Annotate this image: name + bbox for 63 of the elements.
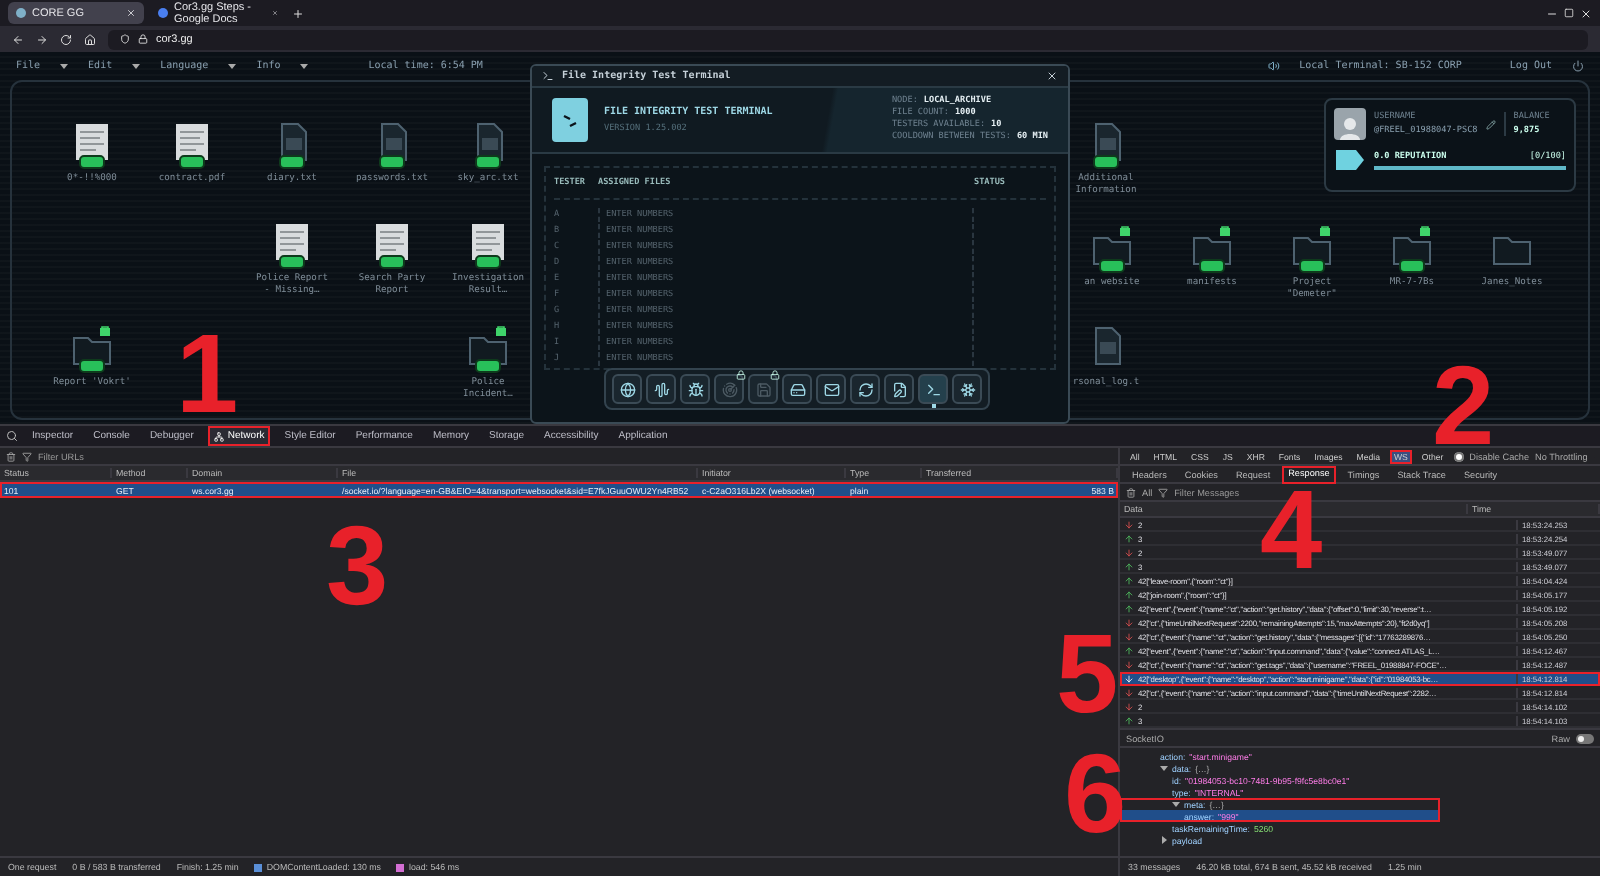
folder-icon[interactable] bbox=[1190, 226, 1234, 274]
home-icon[interactable] bbox=[84, 33, 96, 45]
folder-icon[interactable] bbox=[1090, 226, 1134, 274]
close-icon[interactable] bbox=[1046, 70, 1058, 83]
filter-icon bbox=[22, 451, 32, 461]
folder-icon[interactable] bbox=[70, 326, 114, 374]
folder-icon[interactable] bbox=[466, 326, 510, 374]
annotation-number: 5 bbox=[1056, 632, 1119, 716]
clear-icon[interactable] bbox=[1126, 487, 1136, 497]
dock-app-button[interactable] bbox=[680, 374, 710, 404]
dock-app-button[interactable] bbox=[952, 374, 982, 404]
checkbox[interactable] bbox=[1453, 451, 1464, 461]
dock-app-button[interactable] bbox=[646, 374, 676, 404]
reload-icon[interactable] bbox=[60, 33, 72, 45]
caret-icon bbox=[132, 62, 141, 70]
folder-icon[interactable] bbox=[1290, 226, 1334, 274]
document-icon[interactable] bbox=[466, 222, 510, 270]
filter-icon bbox=[1158, 487, 1169, 497]
speaker-icon[interactable] bbox=[1267, 60, 1280, 72]
element-picker-icon[interactable] bbox=[6, 430, 18, 442]
app-icon bbox=[959, 381, 975, 397]
dock-app-button[interactable] bbox=[816, 374, 846, 404]
close-icon[interactable] bbox=[1580, 7, 1592, 19]
raw-toggle[interactable] bbox=[1576, 733, 1594, 743]
app-icon bbox=[619, 381, 635, 397]
caret-icon bbox=[60, 62, 69, 70]
avatar-icon bbox=[1334, 108, 1366, 140]
annotation-number: 1 bbox=[176, 332, 239, 416]
document-icon[interactable] bbox=[170, 122, 214, 170]
dock-app-button[interactable] bbox=[782, 374, 812, 404]
dock-app-button[interactable] bbox=[884, 374, 914, 404]
app-icon bbox=[653, 381, 669, 397]
app-icon bbox=[891, 381, 907, 397]
network-icon bbox=[213, 431, 224, 441]
folder-icon[interactable] bbox=[1390, 226, 1434, 274]
maximize-icon[interactable] bbox=[1564, 8, 1574, 18]
forward-icon[interactable] bbox=[36, 33, 48, 45]
power-icon[interactable] bbox=[1572, 60, 1584, 72]
app-icon bbox=[755, 381, 771, 397]
app-icon bbox=[925, 381, 941, 397]
annotation-number: 2 bbox=[1432, 364, 1495, 448]
caret-icon bbox=[300, 62, 309, 70]
new-tab-icon[interactable] bbox=[292, 7, 304, 19]
document-icon[interactable] bbox=[370, 222, 414, 270]
dock-app-button[interactable] bbox=[612, 374, 642, 404]
document-icon[interactable] bbox=[70, 122, 114, 170]
clear-icon[interactable] bbox=[6, 451, 16, 461]
dock-app-button[interactable] bbox=[918, 374, 948, 404]
reputation-icon bbox=[1334, 148, 1366, 172]
app-icon bbox=[687, 381, 703, 397]
window-icon bbox=[542, 70, 554, 83]
app-icon bbox=[789, 381, 805, 397]
app-icon bbox=[857, 381, 873, 397]
annotation-number: 3 bbox=[326, 524, 389, 608]
app-icon bbox=[823, 381, 839, 397]
file-code-icon bbox=[552, 97, 588, 142]
caret-icon bbox=[228, 62, 237, 70]
app-icon bbox=[721, 381, 737, 397]
edit-icon[interactable] bbox=[1485, 119, 1496, 129]
dock-app-button[interactable] bbox=[850, 374, 880, 404]
document-icon[interactable] bbox=[270, 222, 314, 270]
back-icon[interactable] bbox=[12, 33, 24, 45]
minimize-icon[interactable] bbox=[1546, 7, 1558, 19]
